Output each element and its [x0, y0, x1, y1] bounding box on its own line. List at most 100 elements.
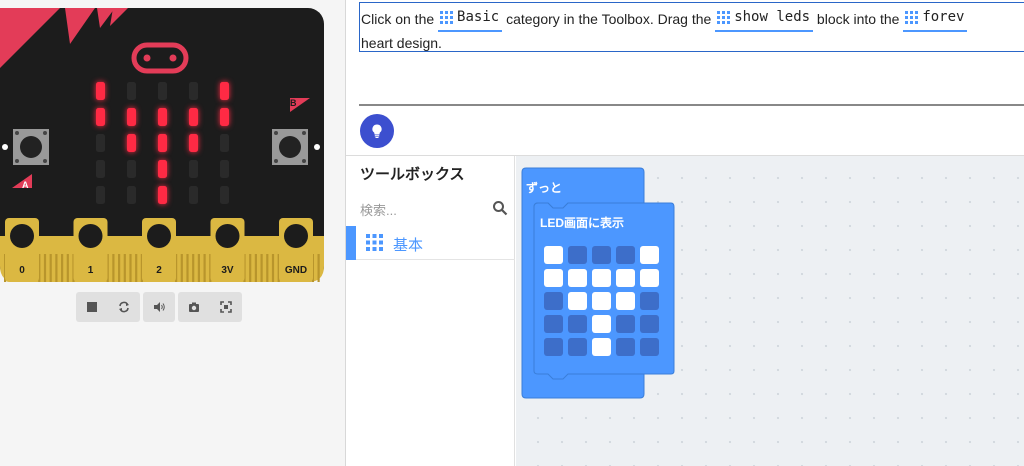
- pin-2[interactable]: 2: [142, 218, 176, 282]
- connector-finger: [197, 254, 200, 282]
- block-led-off[interactable]: [616, 315, 635, 333]
- block-led-grid[interactable]: [544, 246, 659, 356]
- block-led-on[interactable]: [592, 292, 611, 310]
- connector-finger: [260, 254, 263, 282]
- button-b-label: B: [290, 98, 297, 108]
- connector-finger: [66, 254, 69, 282]
- instruction-text: Click on the: [361, 11, 439, 27]
- connector-finger: [317, 254, 320, 282]
- search-placeholder: 検索...: [360, 203, 397, 218]
- block-led-on[interactable]: [616, 269, 635, 287]
- block-led-off[interactable]: [640, 292, 659, 310]
- connector-finger: [135, 254, 138, 282]
- block-led-off[interactable]: [616, 246, 635, 264]
- led-on: [127, 108, 136, 126]
- connector-finger: [192, 254, 195, 282]
- block-led-on[interactable]: [568, 269, 587, 287]
- connector-finger: [254, 254, 257, 282]
- button-a[interactable]: [13, 129, 49, 165]
- grid-icon: [366, 234, 383, 251]
- block-led-off[interactable]: [568, 338, 587, 356]
- block-led-off[interactable]: [544, 315, 563, 333]
- sim-group-controls: [76, 292, 140, 322]
- connector-finger: [118, 254, 121, 282]
- block-led-on[interactable]: [568, 292, 587, 310]
- restart-button[interactable]: [108, 292, 140, 322]
- block-led-on[interactable]: [544, 246, 563, 264]
- led-on: [158, 108, 167, 126]
- block-led-off[interactable]: [640, 338, 659, 356]
- sim-group-view: [178, 292, 242, 322]
- block-led-off[interactable]: [544, 292, 563, 310]
- led-on: [158, 160, 167, 178]
- connector-finger: [49, 254, 52, 282]
- simulator-pane: A B 0 1 2 3V GND: [0, 0, 346, 466]
- pin-0[interactable]: 0: [5, 218, 39, 282]
- category-label: 基本: [393, 237, 424, 254]
- chip-label: forev: [922, 9, 965, 25]
- connector-finger: [186, 254, 189, 282]
- led-off: [189, 160, 198, 178]
- grid-icon: [905, 11, 919, 24]
- led-on: [189, 134, 198, 152]
- microbit-board: A B 0 1 2 3V GND: [0, 8, 324, 282]
- block-led-on[interactable]: [616, 292, 635, 310]
- led-on: [96, 108, 105, 126]
- led-off: [127, 186, 136, 204]
- led-on: [127, 134, 136, 152]
- block-led-off[interactable]: [592, 246, 611, 264]
- block-led-on[interactable]: [544, 269, 563, 287]
- workspace-canvas[interactable]: ずっと LED画面に表示: [516, 156, 1024, 466]
- connector-finger: [123, 254, 126, 282]
- block-led-on[interactable]: [640, 269, 659, 287]
- fullscreen-button[interactable]: [210, 292, 242, 322]
- led-off: [96, 186, 105, 204]
- block-led-on[interactable]: [592, 315, 611, 333]
- led-on: [96, 82, 105, 100]
- connector-finger: [249, 254, 252, 282]
- forever-chip[interactable]: forev: [903, 6, 968, 32]
- app-window: A B 0 1 2 3V GND Click on the Basic cate…: [0, 0, 1024, 466]
- restart-icon: [119, 301, 129, 313]
- basic-block-chip[interactable]: Basic: [438, 6, 503, 32]
- led-off: [189, 186, 198, 204]
- chip-label: show leds: [734, 9, 811, 25]
- toolbox-category-basic[interactable]: 基本: [346, 226, 515, 260]
- connector-finger: [271, 254, 275, 282]
- led-off: [96, 160, 105, 178]
- pin-3v[interactable]: 3V: [210, 218, 245, 282]
- led-on: [220, 108, 229, 126]
- forever-block-label: ずっと: [526, 181, 563, 195]
- block-led-off[interactable]: [568, 246, 587, 264]
- show-leds-chip[interactable]: show leds: [715, 6, 814, 32]
- block-stack: ずっと LED画面に表示: [516, 156, 716, 406]
- led-off: [189, 82, 198, 100]
- sound-icon: [154, 302, 165, 312]
- instruction-text: block into the: [813, 11, 904, 27]
- hint-button[interactable]: [360, 114, 394, 148]
- block-led-on[interactable]: [592, 338, 611, 356]
- button-b[interactable]: [272, 129, 308, 165]
- fullscreen-icon: [220, 301, 232, 313]
- block-led-off[interactable]: [640, 315, 659, 333]
- pin-1[interactable]: 1: [73, 218, 108, 282]
- search-icon[interactable]: [492, 200, 508, 216]
- chip-label: Basic: [457, 9, 500, 25]
- block-led-off[interactable]: [544, 338, 563, 356]
- screenshot-button[interactable]: [178, 292, 210, 322]
- block-led-on[interactable]: [592, 269, 611, 287]
- grid-icon: [717, 11, 731, 24]
- block-led-off[interactable]: [616, 338, 635, 356]
- block-led-on[interactable]: [640, 246, 659, 264]
- pin-gnd[interactable]: GND: [279, 218, 313, 282]
- sound-button[interactable]: [143, 292, 175, 322]
- blocks-editor: ツールボックス 検索... 基本 ずっと LED画面に表示: [346, 155, 1024, 466]
- toolbox-search-input[interactable]: 検索...: [360, 200, 508, 220]
- pin-label: 0: [19, 265, 25, 276]
- led-off: [158, 82, 167, 100]
- stop-button[interactable]: [76, 292, 108, 322]
- block-led-off[interactable]: [568, 315, 587, 333]
- connector-finger: [43, 254, 47, 282]
- tutorial-instruction: Click on the Basic category in the Toolb…: [359, 2, 1024, 52]
- pin-label: GND: [285, 265, 307, 276]
